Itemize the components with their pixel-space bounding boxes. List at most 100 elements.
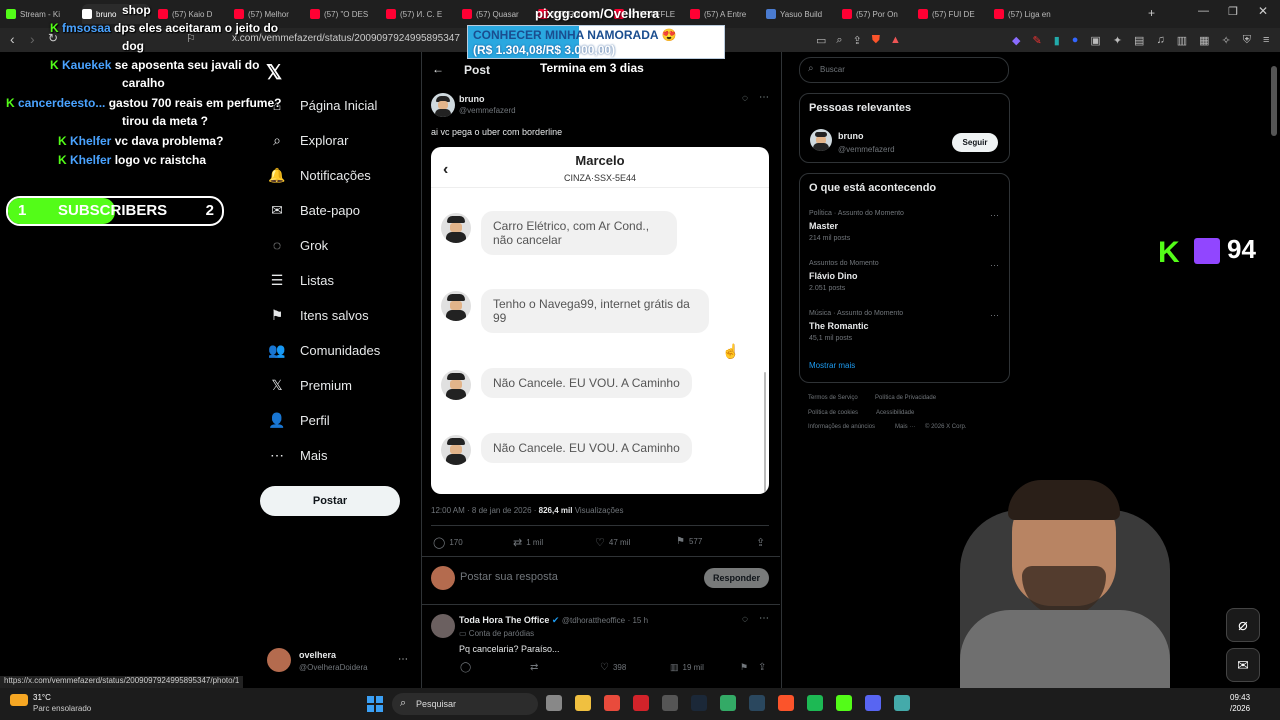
comment-handle[interactable]: @tdhorattheoffice [562, 616, 625, 625]
trend-menu-icon[interactable]: ⋯ [990, 310, 999, 321]
vpn-icon[interactable]: ⛨ [1243, 34, 1251, 47]
maximize-button[interactable]: ❐ [1228, 5, 1238, 18]
taskbar-search[interactable]: ⌕ Pesquisar [392, 693, 538, 715]
show-more-link[interactable]: Mostrar mais [809, 361, 855, 370]
nav-item-chat[interactable]: ✉ Bate-papo [268, 202, 360, 219]
author-name[interactable]: bruno [459, 94, 485, 104]
browser-tab[interactable]: Yasuo Build [766, 4, 836, 24]
forward-icon[interactable]: › [30, 31, 35, 47]
comment-views[interactable]: ▥ 19 mil [670, 662, 704, 673]
page-scrollbar[interactable] [1271, 66, 1277, 136]
clock-time[interactable]: 09:43 [1230, 693, 1250, 702]
puzzle-icon[interactable]: ✦ [1113, 34, 1122, 47]
nav-item-bookmarks[interactable]: ⚑ Itens salvos [268, 307, 369, 324]
leo-icon[interactable]: ✧ [1222, 34, 1231, 47]
back-arrow-icon[interactable]: ← [432, 62, 444, 76]
new-tab-button[interactable]: + [1148, 6, 1155, 20]
reply-action[interactable]: ◯ 170 [433, 536, 463, 549]
grok-icon[interactable]: ◌ [742, 614, 748, 625]
menu-icon[interactable]: ≡ [1263, 34, 1269, 47]
discord-icon[interactable] [865, 695, 881, 711]
trend-item[interactable]: Política · Assunto do Momento Master 214 m… [809, 210, 999, 246]
grok-icon[interactable]: ◌ [742, 93, 748, 104]
nav-item-communities[interactable]: 👥 Comunidades [268, 342, 380, 359]
browser-tab[interactable]: (57) Quasar [462, 4, 532, 24]
messages-float-button[interactable]: ✉ [1226, 648, 1260, 682]
chrome-icon[interactable] [604, 695, 620, 711]
nav-item-grok[interactable]: ◌ Grok [268, 237, 328, 253]
task-view-icon[interactable] [546, 695, 562, 711]
back-icon[interactable]: ‹ [10, 31, 15, 47]
weather-temp[interactable]: 31°C [33, 693, 51, 702]
footer-more[interactable]: Mais ··· [895, 424, 915, 430]
browser-tab[interactable]: (57) Por On [842, 4, 912, 24]
steam-icon[interactable] [749, 695, 765, 711]
search-box[interactable]: ⌕ Buscar [799, 57, 1009, 83]
post-button[interactable]: Postar [260, 486, 400, 516]
brave-rewards-icon[interactable]: ▲ [890, 34, 901, 47]
weather-desc[interactable]: Parc ensolarado [33, 704, 91, 713]
browser-tab[interactable]: (57) Liga en [994, 4, 1064, 24]
panel-icon[interactable]: ▥ [1177, 34, 1187, 47]
chat-scrollbar[interactable] [764, 372, 766, 492]
nav-item-notifications[interactable]: 🔔 Notificações [268, 167, 371, 184]
steam-icon[interactable] [691, 695, 707, 711]
search-input[interactable]: Buscar [820, 65, 845, 74]
grok-float-button[interactable]: ⌀ [1226, 608, 1260, 642]
nav-item-profile[interactable]: 👤 Perfil [268, 412, 329, 429]
app-icon[interactable] [720, 695, 736, 711]
browser-tab[interactable]: (57) И. С. Е [386, 4, 456, 24]
trend-item[interactable]: Assuntos do Momento Flávio Dino 2.051 post… [809, 260, 999, 296]
zoom-icon[interactable]: ⌕ [836, 34, 842, 47]
footer-accessibility[interactable]: Acessibilidade [876, 410, 914, 416]
repost-action[interactable]: ⇄ 1 mil [513, 536, 543, 549]
nav-item-home[interactable]: ⌂ Página Inicial [268, 97, 378, 113]
browser-tab[interactable]: (57) FUI DE [918, 4, 988, 24]
app-icon[interactable] [662, 695, 678, 711]
comment-avatar[interactable] [431, 614, 455, 638]
weather-icon[interactable] [10, 694, 28, 706]
close-window-button[interactable]: ✕ [1258, 4, 1268, 18]
screen-icon[interactable]: ▭ [816, 34, 826, 47]
comment-like[interactable]: ♡ 398 [600, 662, 626, 673]
post-menu-icon[interactable]: ⋯ [759, 92, 769, 103]
trend-menu-icon[interactable]: ⋯ [990, 210, 999, 221]
footer-privacy[interactable]: Política de Privacidade [875, 395, 936, 401]
comment-share-icon[interactable]: ⇪ [758, 662, 766, 673]
share-icon[interactable]: ⇪ [853, 34, 862, 47]
extension-icon[interactable]: ● [1072, 34, 1079, 47]
trend-menu-icon[interactable]: ⋯ [990, 260, 999, 271]
share-icon[interactable]: ⇪ [756, 536, 765, 549]
extension-icon[interactable]: ▣ [1090, 34, 1100, 47]
relevant-avatar[interactable] [810, 129, 832, 151]
nav-item-premium[interactable]: 𝕏 Premium [268, 377, 352, 394]
author-avatar[interactable] [431, 93, 455, 117]
nav-item-lists[interactable]: ☰ Listas [268, 272, 334, 289]
brave-shield-icon[interactable]: ⛊ [872, 34, 880, 47]
sidebar-icon[interactable]: ▤ [1134, 34, 1144, 47]
opera-icon[interactable] [633, 695, 649, 711]
nav-item-more[interactable]: ⋯ Mais [268, 447, 327, 464]
nav-item-explore[interactable]: ⌕ Explorar [268, 132, 348, 149]
brave-icon[interactable] [778, 695, 794, 711]
comment-menu-icon[interactable]: ⋯ [759, 613, 769, 624]
follow-button[interactable]: Seguir [952, 133, 998, 152]
wallet-icon[interactable]: ▦ [1199, 34, 1209, 47]
comment-author[interactable]: Toda Hora The Office [459, 615, 549, 625]
extension-icon[interactable]: ▮ [1054, 34, 1060, 47]
reply-button[interactable]: Responder [704, 568, 769, 588]
comment-bookmark-icon[interactable]: ⚑ [740, 662, 748, 673]
comment-repost-icon[interactable]: ⇄ [530, 662, 538, 673]
x-logo-icon[interactable]: 𝕏 [266, 60, 282, 85]
comment-reply-icon[interactable]: ◯ [460, 662, 471, 673]
post-image[interactable]: ‹ Marcelo CINZA·SSX-5E44 Carro Elétrico,… [431, 147, 769, 494]
account-avatar[interactable] [267, 648, 291, 672]
reply-input[interactable]: Postar sua resposta [460, 571, 558, 583]
browser-tab[interactable]: (57) A Entre [690, 4, 760, 24]
footer-cookies[interactable]: Política de cookies [808, 410, 858, 416]
spotify-icon[interactable] [807, 695, 823, 711]
like-action[interactable]: ♡ 47 mil [595, 536, 630, 549]
extension-icon[interactable]: ✎ [1032, 34, 1041, 47]
file-explorer-icon[interactable] [575, 695, 591, 711]
account-menu-icon[interactable]: ⋯ [398, 654, 408, 665]
